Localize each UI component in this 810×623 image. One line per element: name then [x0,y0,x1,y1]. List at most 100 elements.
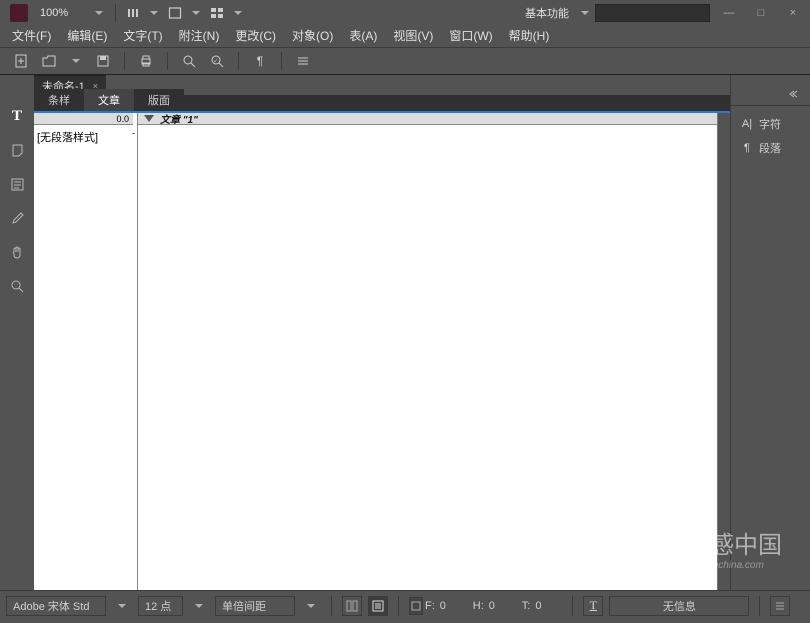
show-hidden-button[interactable]: ¶ [249,50,271,72]
app-icon [10,4,28,22]
paragraph-icon: ¶ [741,142,753,154]
status-separator [331,596,332,616]
open-recent-caret[interactable] [72,59,80,63]
menu-edit[interactable]: 编辑(E) [59,25,115,47]
view-story-button[interactable] [368,596,388,616]
t-indicator[interactable]: T: 0 [522,600,563,612]
f-value: 0 [437,600,467,612]
arrange-icon[interactable] [208,4,226,22]
ruler-value: 0.0 [34,113,133,125]
menu-object[interactable]: 对象(O) [284,25,341,47]
menu-view[interactable]: 视图(V) [385,25,441,47]
font-size-field[interactable]: 12 点 [138,596,183,616]
h-indicator[interactable]: H: 0 [473,600,516,612]
menu-bar: 文件(F) 编辑(E) 文字(T) 附注(N) 更改(C) 对象(O) 表(A)… [0,25,810,47]
screen-mode-caret[interactable] [192,11,200,15]
leading-caret[interactable] [307,604,315,608]
toolbar-separator [238,52,239,70]
print-button[interactable] [135,50,157,72]
window-maximize-button[interactable]: □ [748,5,774,21]
leading-field[interactable]: 单倍间距 [215,596,295,616]
story-content-column[interactable]: 文章 "1" [138,113,718,590]
paragraph-panel-label: 段落 [759,140,781,156]
status-separator [759,596,760,616]
f-icon [409,597,423,615]
story-tool-icon[interactable] [6,173,28,195]
font-size-value: 12 点 [145,598,171,614]
info-field[interactable]: 无信息 [609,596,749,616]
title-bar: 100% 基本功能 — □ × [0,0,810,25]
right-panel-rail: A| 字符 ¶ 段落 [730,75,810,590]
document-area: 未命名-1 × 条样 文章 版面 0.0 [无段落样式] - 文章 "1" [34,75,730,590]
toolbar-separator [167,52,168,70]
story-view-tabs: 条样 文章 版面 [34,95,730,113]
arrange-caret[interactable] [234,11,242,15]
leading-value: 单倍间距 [222,598,266,614]
menu-notes[interactable]: 附注(N) [171,25,228,47]
status-menu-button[interactable] [770,596,790,616]
main-area: T 未命名-1 × 条样 文章 版面 0.0 [无段落样式] - [0,75,810,590]
h-label: H: [473,600,484,612]
workspace-label[interactable]: 基本功能 [519,5,575,21]
paragraph-style-label[interactable]: [无段落样式] [37,129,98,145]
zoom-value: 100% [40,7,68,19]
status-bar: Adobe 宋体 Std 12 点 单倍间距 F: 0 H: 0 T: 0 T … [0,590,810,620]
view-options-caret[interactable] [150,11,158,15]
vertical-scrollbar[interactable] [718,113,730,590]
character-icon: A| [741,118,753,130]
character-panel-label: 字符 [759,116,781,132]
story-collapse-icon[interactable] [144,115,154,122]
save-button[interactable] [92,50,114,72]
story-text-area[interactable] [138,125,717,590]
help-search-input[interactable] [595,4,710,22]
galley-tab[interactable]: 条样 [34,89,84,111]
zoom-dropdown-caret[interactable] [95,11,103,15]
style-column: 0.0 [无段落样式] - [34,113,138,590]
text-stats-icon[interactable]: T [583,596,603,616]
svg-text:✓: ✓ [213,59,218,65]
hand-tool-icon[interactable] [6,241,28,263]
spell-check-button[interactable]: ✓ [206,50,228,72]
style-column-marker: - [132,128,135,138]
open-button[interactable] [38,50,60,72]
titlebar-separator [115,4,116,22]
window-close-button[interactable]: × [780,5,806,21]
font-size-caret[interactable] [195,604,203,608]
panel-expand-icon[interactable] [782,83,804,105]
zoom-tool-icon[interactable] [6,275,28,297]
menu-changes[interactable]: 更改(C) [227,25,284,47]
status-separator [572,596,573,616]
layout-tab[interactable]: 版面 [134,89,184,111]
t-value: 0 [532,600,562,612]
paragraph-panel-link[interactable]: ¶ 段落 [731,136,810,160]
editor-row: 0.0 [无段落样式] - 文章 "1" [34,113,730,590]
menu-window[interactable]: 窗口(W) [441,25,500,47]
character-panel-link[interactable]: A| 字符 [731,112,810,136]
f-label: F: [425,600,435,612]
font-family-caret[interactable] [118,604,126,608]
zoom-level-field[interactable]: 100% [34,4,89,22]
view-options-icon[interactable] [124,4,142,22]
f-indicator[interactable]: F: 0 [409,597,467,615]
note-tool-icon[interactable] [6,139,28,161]
menu-file[interactable]: 文件(F) [4,25,59,47]
list-button[interactable] [292,50,314,72]
eyedropper-tool-icon[interactable] [6,207,28,229]
font-family-value: Adobe 宋体 Std [13,598,89,614]
find-button[interactable] [178,50,200,72]
toolbar-separator [124,52,125,70]
type-tool-icon[interactable]: T [6,105,28,127]
toolbar-separator [281,52,282,70]
story-header-strip: 文章 "1" [138,113,717,125]
menu-table[interactable]: 表(A) [341,25,385,47]
new-button[interactable] [10,50,32,72]
workspace-caret[interactable] [581,11,589,15]
story-tab[interactable]: 文章 [84,89,134,111]
view-galley-button[interactable] [342,596,362,616]
font-family-field[interactable]: Adobe 宋体 Std [6,596,106,616]
control-toolbar: ✓ ¶ [0,47,810,75]
window-minimize-button[interactable]: — [716,5,742,21]
menu-type[interactable]: 文字(T) [115,25,170,47]
menu-help[interactable]: 帮助(H) [501,25,558,47]
screen-mode-icon[interactable] [166,4,184,22]
